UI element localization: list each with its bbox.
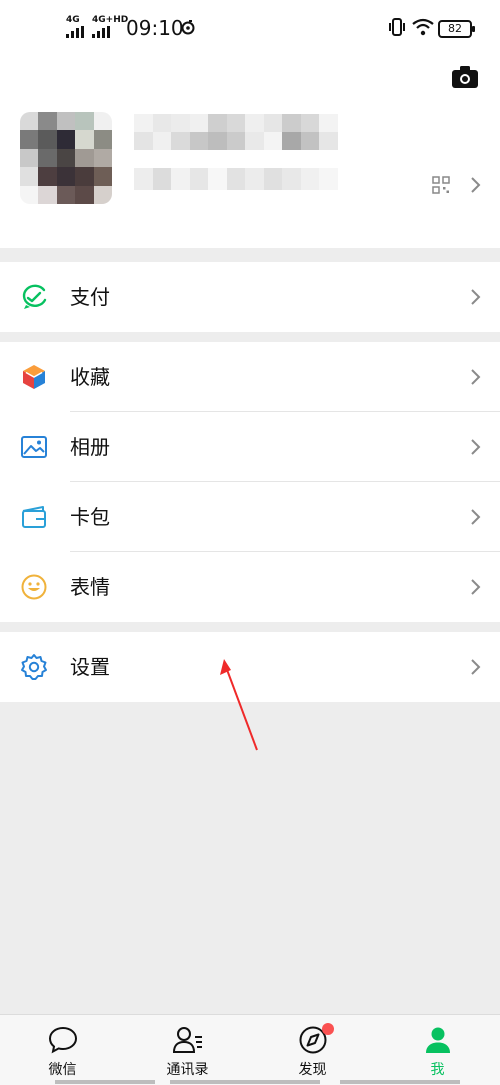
profile-header[interactable] <box>0 56 500 248</box>
tab-label-me: 我 <box>430 1062 445 1078</box>
wallet-icon <box>22 284 47 309</box>
services-group: 收藏 相册 卡包 表情 <box>0 342 500 622</box>
menu-label-pay: 支付 <box>70 285 110 309</box>
image-icon <box>21 436 47 458</box>
bottom-edge-bar <box>170 1080 320 1084</box>
signal-bars-icon <box>92 26 128 38</box>
chevron-right-icon <box>471 659 481 675</box>
vibrate-icon <box>389 18 405 36</box>
wifi-icon <box>412 18 434 36</box>
menu-label-cards: 卡包 <box>70 505 110 529</box>
menu-item-cards[interactable]: 卡包 <box>0 482 500 552</box>
menu-item-favorites[interactable]: 收藏 <box>0 342 500 412</box>
card-icon <box>22 506 46 528</box>
camera-icon[interactable] <box>452 66 478 88</box>
contacts-icon <box>172 1027 202 1053</box>
status-bar: 4G 4G+HD 09:10 82 <box>0 0 500 56</box>
gear-icon <box>21 654 47 680</box>
chevron-right-icon <box>471 369 481 385</box>
tab-contacts[interactable]: 通讯录 <box>125 1015 250 1085</box>
discover-badge <box>322 1023 334 1035</box>
clock: 09:10 <box>126 16 184 40</box>
menu-label-favorites: 收藏 <box>70 365 110 389</box>
blurred-nickname <box>134 114 338 150</box>
chevron-right-icon <box>471 509 481 525</box>
chat-icon <box>48 1026 78 1054</box>
menu-label-stickers: 表情 <box>70 575 110 599</box>
tab-me[interactable]: 我 <box>375 1015 500 1085</box>
netease-music-icon <box>181 20 195 35</box>
menu-label-settings: 设置 <box>70 655 110 679</box>
tab-label-discover: 发现 <box>298 1062 327 1078</box>
smile-icon <box>21 574 47 600</box>
sim1-label: 4G <box>66 15 80 25</box>
signal-bars-icon <box>66 26 84 38</box>
qr-code-icon[interactable] <box>432 176 450 194</box>
signal-1: 4G <box>66 16 84 38</box>
chevron-right-icon <box>471 579 481 595</box>
avatar[interactable] <box>20 112 112 204</box>
menu-item-album[interactable]: 相册 <box>0 412 500 482</box>
chevron-right-icon <box>471 177 481 193</box>
tab-label-contacts: 通讯录 <box>166 1062 209 1078</box>
signal-2: 4G+HD <box>92 16 128 38</box>
menu-label-album: 相册 <box>70 435 110 459</box>
sim2-label: 4G+HD <box>92 15 129 25</box>
annotation-arrow-icon <box>220 659 258 751</box>
chevron-right-icon <box>471 439 481 455</box>
person-icon <box>426 1027 450 1053</box>
tab-chats[interactable]: 微信 <box>0 1015 125 1085</box>
pay-group: 支付 <box>0 262 500 332</box>
menu-item-pay[interactable]: 支付 <box>0 262 500 332</box>
bottom-edge-bar <box>55 1080 155 1084</box>
cube-icon <box>23 365 45 389</box>
bottom-edge-bar <box>340 1080 460 1084</box>
battery-icon: 82 <box>438 20 475 38</box>
menu-item-stickers[interactable]: 表情 <box>0 552 500 622</box>
blurred-wechat-id <box>134 168 338 190</box>
tab-discover[interactable]: 发现 <box>250 1015 375 1085</box>
tab-label-chats: 微信 <box>48 1062 77 1078</box>
chevron-right-icon <box>471 289 481 305</box>
bottom-tab-bar: 微信 通讯录 发现 我 <box>0 1014 500 1085</box>
